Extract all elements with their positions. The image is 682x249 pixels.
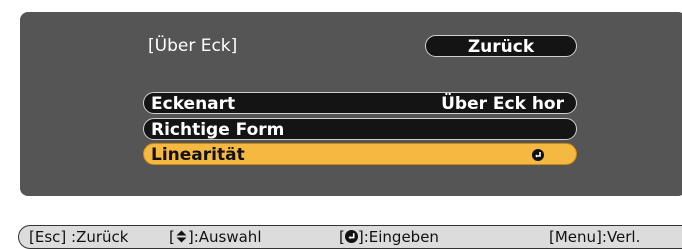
- menu-item-linearitaet[interactable]: Linearität: [143, 143, 577, 165]
- select-hint-suffix: ]:Auswahl: [187, 228, 262, 246]
- up-down-arrows-icon: [176, 230, 187, 243]
- back-button[interactable]: Zurück: [425, 35, 577, 57]
- enter-hint-suffix: ]:Eingeben: [357, 228, 439, 246]
- select-hint: []:Auswahl: [169, 226, 261, 248]
- enter-icon: [532, 149, 544, 161]
- esc-hint: [Esc] :Zurück: [29, 228, 129, 246]
- menu-item-label: Eckenart: [151, 94, 236, 114]
- menu-item-value: Über Eck hor: [441, 94, 564, 114]
- menu-item-label: Richtige Form: [151, 120, 285, 140]
- status-bar: [Esc] :Zurück []:Auswahl []:Eingeben [Me…: [18, 225, 682, 249]
- menu-title: [Über Eck]: [148, 36, 238, 56]
- menu-item-label: Linearität: [151, 145, 245, 165]
- menu-item-richtige-form[interactable]: Richtige Form: [143, 118, 577, 140]
- enter-icon: [344, 230, 358, 243]
- enter-hint: []:Eingeben: [339, 226, 439, 248]
- menu-item-eckenart[interactable]: Eckenart Über Eck hor: [143, 92, 577, 114]
- menu-hint: [Menu]:Verl.: [549, 228, 641, 246]
